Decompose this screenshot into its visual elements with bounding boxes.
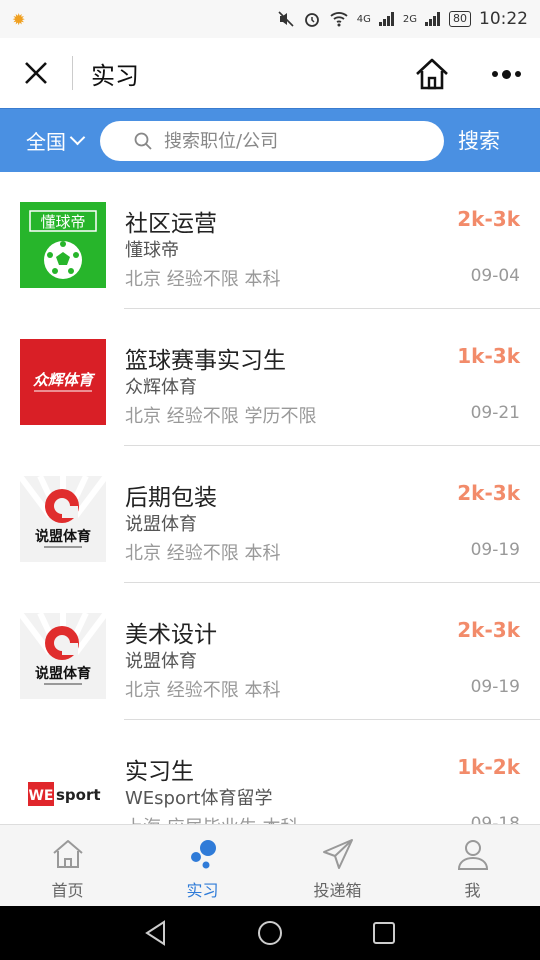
job-meta: 北京 经验不限 本科 [125, 680, 281, 701]
list-item[interactable]: WE sport 实习生 WEsport体育留学 上海 应届毕业生 本科 1k-… [0, 720, 540, 824]
company-name: 说盟体育 [125, 514, 197, 535]
mute-icon [278, 11, 294, 27]
dongqiudi-logo: 懂球帝 [20, 202, 106, 288]
home-button[interactable] [410, 52, 454, 96]
tab-bar: 首页 实习 投递箱 我 [0, 824, 540, 906]
sun-icon: ✹ [12, 9, 26, 29]
salary: 2k-3k [457, 481, 520, 505]
salary: 2k-3k [457, 207, 520, 231]
send-icon [322, 839, 353, 869]
tab-internship[interactable]: 实习 [135, 825, 270, 906]
profile-icon [457, 840, 488, 870]
company-name: 众辉体育 [125, 377, 197, 398]
logo-text: 懂球帝 [40, 213, 85, 231]
wifi-icon [330, 12, 348, 27]
region-selector[interactable]: 全国 [26, 126, 100, 155]
home-icon [52, 840, 83, 868]
search-field[interactable] [100, 121, 444, 161]
title-bar: 实习 [0, 38, 540, 108]
company-name: 说盟体育 [125, 651, 197, 672]
job-title: 社区运营 [125, 211, 217, 237]
job-meta: 上海 应届毕业生 本科 [125, 813, 298, 824]
tab-label: 实习 [186, 881, 219, 900]
list-item[interactable]: 众辉体育 篮球赛事实习生 众辉体育 北京 经验不限 学历不限 1k-3k 09-… [0, 309, 540, 446]
list-item[interactable]: 说盟体育 美术设计 说盟体育 北京 经验不限 本科 2k-3k 09-19 [0, 583, 540, 720]
network-label-2: 2G [402, 13, 417, 25]
network-label: 4G [356, 13, 371, 25]
tab-label: 首页 [51, 881, 84, 900]
search-button[interactable]: 搜索 [458, 125, 500, 155]
job-title: 实习生 [125, 759, 194, 785]
tab-profile[interactable]: 我 [405, 825, 540, 906]
salary: 1k-3k [457, 344, 520, 368]
salary: 1k-2k [457, 755, 520, 779]
logo-text-we: WE [28, 788, 53, 804]
back-icon[interactable] [144, 920, 168, 946]
job-meta: 北京 经验不限 本科 [125, 543, 281, 564]
more-dot-icon [501, 69, 511, 79]
salary: 2k-3k [457, 618, 520, 642]
status-bar: ✹ 4G 2G 80 10:22 [0, 0, 540, 38]
post-date: 09-18 [470, 814, 520, 824]
page-title: 实习 [91, 61, 139, 90]
zhonghui-logo: 众辉体育 [20, 339, 106, 425]
title-divider [72, 56, 73, 90]
more-dot-icon [514, 71, 521, 77]
logo-text: 说盟体育 [35, 665, 91, 682]
list-item[interactable]: 说盟体育 后期包装 说盟体育 北京 经验不限 本科 2k-3k 09-19 [0, 446, 540, 583]
tab-label: 我 [464, 881, 481, 900]
post-date: 09-21 [470, 403, 520, 423]
logo-text: 说盟体育 [35, 528, 91, 545]
company-name: WEsport体育留学 [125, 788, 273, 809]
close-icon [25, 62, 47, 84]
post-date: 09-04 [470, 266, 520, 286]
clock: 10:22 [479, 9, 528, 29]
search-input[interactable] [164, 130, 424, 152]
job-meta: 北京 经验不限 学历不限 [125, 406, 317, 427]
home-icon [416, 58, 448, 90]
search-icon [134, 132, 152, 150]
home-circle-icon[interactable] [257, 920, 283, 946]
status-icons: 4G 2G 80 10:22 [277, 9, 528, 29]
logo-text-sport: sport [56, 786, 101, 804]
job-title: 美术设计 [125, 622, 217, 648]
post-date: 09-19 [470, 677, 520, 697]
job-title: 后期包装 [125, 485, 217, 511]
tab-outbox[interactable]: 投递箱 [270, 825, 405, 906]
post-date: 09-19 [470, 540, 520, 560]
tab-label: 投递箱 [313, 881, 362, 900]
recents-icon[interactable] [372, 921, 396, 945]
company-name: 懂球帝 [125, 240, 179, 261]
job-meta: 北京 经验不限 本科 [125, 269, 281, 290]
search-bar: 全国 搜索 [0, 108, 540, 172]
list-item[interactable]: 懂球帝 社区运营 懂球帝 北京 经验不限 本科 2k-3k 09-04 [0, 172, 540, 309]
more-dot-icon [491, 71, 498, 77]
more-button[interactable] [484, 52, 528, 96]
alarm-icon [304, 13, 319, 27]
chevron-down-icon [69, 129, 86, 146]
tab-home[interactable]: 首页 [0, 825, 135, 906]
internship-icon [190, 840, 216, 869]
job-list: 懂球帝 社区运营 懂球帝 北京 经验不限 本科 2k-3k 09-04 众辉体育… [0, 172, 540, 824]
signal-icon-2 [425, 12, 440, 26]
close-button[interactable] [0, 38, 72, 108]
region-label: 全国 [26, 130, 66, 154]
shuomeng-logo: 说盟体育 [20, 613, 106, 699]
signal-icon [378, 12, 394, 26]
logo-text: 众辉体育 [33, 371, 96, 389]
shuomeng-logo: 说盟体育 [20, 476, 106, 562]
system-nav-bar [0, 906, 540, 960]
battery-indicator: 80 [449, 11, 471, 27]
wesport-logo: WE sport [20, 750, 106, 824]
job-title: 篮球赛事实习生 [125, 348, 286, 374]
